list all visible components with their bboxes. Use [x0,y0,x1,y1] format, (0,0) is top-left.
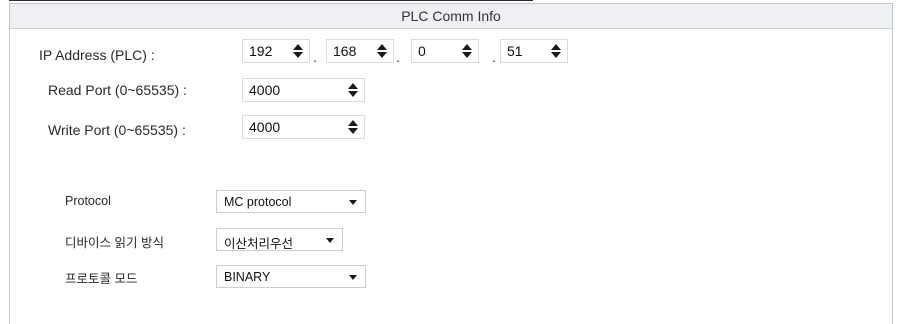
spinner-arrows-icon[interactable] [462,43,472,59]
protocol-selected: MC protocol [224,195,292,209]
device-read-dropdown[interactable]: 이산처리우선 [216,228,343,251]
protocol-label: Protocol [65,194,111,208]
spinner-arrows-icon[interactable] [293,43,303,59]
chevron-down-icon[interactable] [349,200,357,205]
top-edge-line [9,0,533,1]
spinner-arrows-icon[interactable] [377,43,387,59]
protocol-mode-dropdown[interactable]: BINARY [216,265,366,288]
ip-octet-1-spinner[interactable]: 192 [242,39,310,63]
ip-separator: . [313,49,317,65]
read-port-label: Read Port (0~65535) : [48,82,187,98]
write-port-spinner[interactable]: 4000 [242,115,365,139]
ip-separator: . [396,49,400,65]
write-port-value: 4000 [249,119,281,135]
protocol-mode-selected: BINARY [224,270,271,284]
ip-octet-2-value: 168 [333,43,357,59]
panel-header: PLC Comm Info [10,4,892,29]
plc-comm-info-panel: PLC Comm Info IP Address (PLC) : 192 . 1… [9,3,893,324]
read-port-value: 4000 [249,82,281,98]
chevron-down-icon[interactable] [349,275,357,280]
ip-separator: . [492,49,496,65]
ip-octet-1-value: 192 [249,43,273,59]
panel-title: PLC Comm Info [401,8,501,24]
read-port-spinner[interactable]: 4000 [242,78,365,102]
ip-octet-3-value: 0 [418,43,426,59]
ip-octet-4-spinner[interactable]: 51 [500,39,568,63]
protocol-dropdown[interactable]: MC protocol [216,190,366,213]
write-port-label: Write Port (0~65535) : [48,122,186,138]
ip-octet-2-spinner[interactable]: 168 [326,39,394,63]
device-read-selected: 이산처리우선 [224,237,294,251]
protocol-mode-label: 프로토콜 모드 [65,272,138,286]
ip-address-label: IP Address (PLC) : [39,47,155,63]
spinner-arrows-icon[interactable] [551,43,561,59]
chevron-down-icon[interactable] [326,238,334,243]
device-read-label: 디바이스 읽기 방식 [65,236,164,250]
spinner-arrows-icon[interactable] [348,82,358,98]
spinner-arrows-icon[interactable] [348,119,358,135]
ip-octet-4-value: 51 [507,43,523,59]
ip-octet-3-spinner[interactable]: 0 [411,39,479,63]
